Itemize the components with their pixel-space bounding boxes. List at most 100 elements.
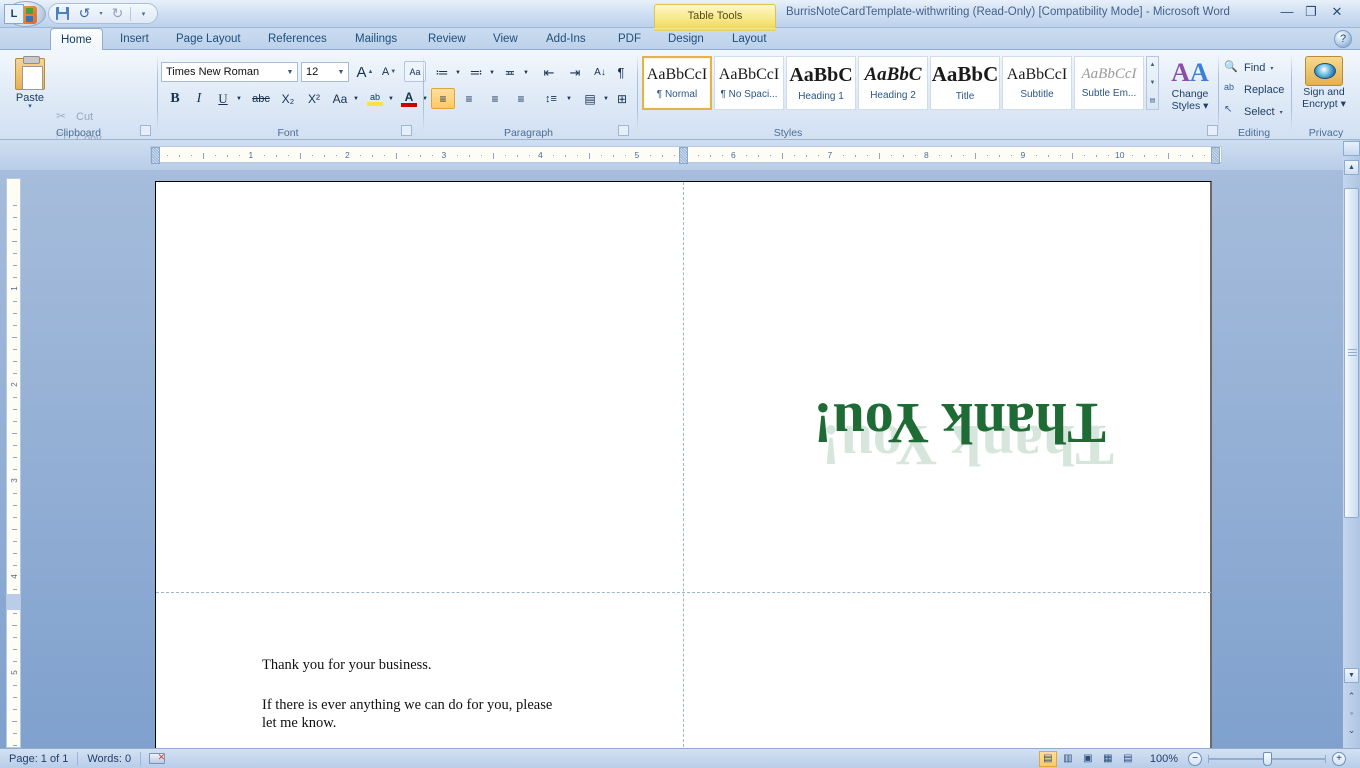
left-indent-marker[interactable] (151, 147, 160, 164)
scrollbar-thumb[interactable] (1344, 188, 1359, 518)
view-web-layout-button[interactable]: ▣ (1079, 751, 1097, 767)
tab-references[interactable]: References (258, 28, 337, 50)
strikethrough-button[interactable]: abc (248, 88, 274, 109)
zoom-out-button[interactable]: − (1188, 751, 1202, 766)
next-page-button[interactable]: ⌄ (1345, 724, 1358, 737)
redo-button[interactable]: ↻ (108, 5, 127, 22)
numbering-dropdown[interactable]: ▼ (487, 62, 497, 83)
shrink-font-button[interactable]: A ▼ (378, 62, 400, 82)
show-formatting-marks-button[interactable]: ¶ (612, 62, 630, 83)
change-case-button[interactable]: Aa (328, 88, 352, 109)
view-draft-button[interactable]: ▤ (1119, 751, 1137, 767)
bullets-button[interactable]: ≔ (431, 62, 453, 83)
thank-you-heading-block[interactable]: Thank You! Thank You! (776, 342, 1114, 478)
font-color-button[interactable]: A (398, 88, 420, 109)
style-heading-1[interactable]: AaBbC Heading 1 (786, 56, 856, 110)
line-spacing-dropdown[interactable]: ▼ (564, 88, 574, 109)
shading-dropdown[interactable]: ▼ (601, 88, 611, 109)
tab-layout[interactable]: Layout (722, 28, 777, 50)
close-button[interactable]: ✕ (1326, 4, 1348, 22)
align-left-button[interactable]: ≡ (431, 88, 455, 109)
select-browse-object-button[interactable]: ◦ (1345, 707, 1358, 720)
ruler-end-marker[interactable] (1211, 147, 1220, 164)
view-full-screen-reading-button[interactable]: ▥ (1059, 751, 1077, 767)
multilevel-dropdown[interactable]: ▼ (521, 62, 531, 83)
word-count[interactable]: Words: 0 (78, 750, 140, 768)
style-subtitle[interactable]: AaBbCcI Subtitle (1002, 56, 1072, 110)
highlight-dropdown[interactable]: ▼ (386, 88, 396, 109)
align-center-button[interactable]: ≡ (457, 88, 481, 109)
card-body-text[interactable]: Thank you for your business. If there is… (262, 656, 682, 732)
tab-review[interactable]: Review (418, 28, 476, 50)
chevron-down-icon[interactable]: ▼ (283, 69, 297, 76)
view-print-layout-button[interactable]: ▤ (1038, 750, 1057, 767)
subscript-button[interactable]: X₂ (276, 88, 300, 109)
proofing-status-button[interactable] (141, 748, 172, 768)
tab-view[interactable]: View (483, 28, 528, 50)
scroll-up-button[interactable]: ▲ (1344, 160, 1359, 175)
clipboard-dialog-launcher[interactable] (140, 125, 151, 136)
top-margin-marker[interactable] (7, 594, 20, 610)
superscript-button[interactable]: X² (302, 88, 326, 109)
underline-dropdown[interactable]: ▼ (234, 88, 244, 109)
tab-page-layout[interactable]: Page Layout (166, 28, 251, 50)
sort-button[interactable]: A↓ (590, 62, 610, 83)
tab-insert[interactable]: Insert (110, 28, 159, 50)
style-no-spacing[interactable]: AaBbCcI ¶ No Spaci... (714, 56, 784, 110)
document-page[interactable]: Thank You! Thank You! Thank you for your… (155, 181, 1212, 748)
page-indicator[interactable]: Page: 1 of 1 (0, 750, 77, 768)
replace-button[interactable]: ab Replace (1224, 80, 1284, 100)
grow-font-button[interactable]: A ▲ (354, 62, 376, 82)
view-outline-button[interactable]: ▦ (1099, 751, 1117, 767)
underline-button[interactable]: U (212, 88, 234, 109)
align-right-button[interactable]: ≡ (483, 88, 507, 109)
multilevel-list-button[interactable]: ≖ (499, 62, 521, 83)
tab-mailings[interactable]: Mailings (345, 28, 407, 50)
zoom-slider-thumb[interactable] (1263, 751, 1272, 766)
change-styles-button[interactable]: AA Change Styles ▾ (1162, 58, 1218, 112)
undo-dropdown-icon[interactable]: ▾ (97, 5, 105, 22)
bullets-dropdown[interactable]: ▼ (453, 62, 463, 83)
text-highlight-button[interactable]: ab (364, 88, 386, 109)
increase-indent-button[interactable]: ⇥ (563, 62, 587, 83)
styles-scroll-down-button[interactable]: ▼ (1150, 75, 1156, 91)
split-window-button[interactable] (1343, 141, 1360, 156)
customize-qat-button[interactable]: ▾ (134, 5, 153, 22)
zoom-level[interactable]: 100% (1138, 750, 1188, 768)
vertical-ruler[interactable]: 1 2 3 4 5 (6, 178, 21, 748)
styles-scroll-up-button[interactable]: ▲ (1150, 57, 1156, 73)
select-dropdown-icon[interactable]: ▾ (1280, 109, 1283, 116)
style-normal[interactable]: AaBbCcI ¶ Normal (642, 56, 712, 110)
zoom-in-button[interactable]: + (1332, 751, 1346, 766)
cut-button[interactable]: ✂ Cut (56, 107, 93, 127)
line-spacing-button[interactable]: ↕≡ (538, 88, 564, 109)
font-name-combo[interactable]: Times New Roman ▼ (161, 62, 298, 82)
horizontal-ruler[interactable]: 1 2 3 4 5 6 7 8 9 10 (150, 146, 1222, 164)
tab-stop-selector[interactable]: L (4, 4, 24, 24)
font-size-combo[interactable]: 12 ▼ (301, 62, 349, 82)
bold-button[interactable]: B (164, 88, 186, 109)
scroll-down-button[interactable]: ▼ (1344, 668, 1359, 683)
style-title[interactable]: AaBbC Title (930, 56, 1000, 110)
tab-home[interactable]: Home (50, 28, 103, 51)
decrease-indent-button[interactable]: ⇤ (537, 62, 561, 83)
find-dropdown-icon[interactable]: ▾ (1270, 65, 1273, 72)
change-case-dropdown[interactable]: ▼ (351, 88, 361, 109)
chevron-down-icon[interactable]: ▼ (334, 69, 348, 76)
find-button[interactable]: 🔍 Find ▾ (1224, 58, 1273, 78)
help-button[interactable]: ? (1334, 30, 1352, 48)
paste-button[interactable]: Paste ▾ (10, 56, 50, 132)
document-canvas[interactable]: Thank You! Thank You! Thank you for your… (26, 170, 1331, 748)
change-styles-dialog-launcher[interactable] (1207, 125, 1218, 136)
vertical-scrollbar[interactable]: ▲ ▼ ⌃ ◦ ⌄ (1343, 140, 1360, 748)
style-heading-2[interactable]: AaBbC Heading 2 (858, 56, 928, 110)
sign-and-encrypt-button[interactable]: Sign and Encrypt ▾ (1296, 56, 1352, 110)
tab-design[interactable]: Design (658, 28, 714, 50)
undo-button[interactable]: ↺ (75, 5, 94, 22)
italic-button[interactable]: I (188, 88, 210, 109)
restore-button[interactable]: ❐ (1300, 4, 1322, 22)
tab-pdf[interactable]: PDF (608, 28, 651, 50)
save-button[interactable] (53, 5, 72, 22)
paste-dropdown-icon[interactable]: ▾ (10, 103, 50, 110)
styles-gallery-scroll[interactable]: ▲ ▼ ▤ (1146, 56, 1159, 110)
